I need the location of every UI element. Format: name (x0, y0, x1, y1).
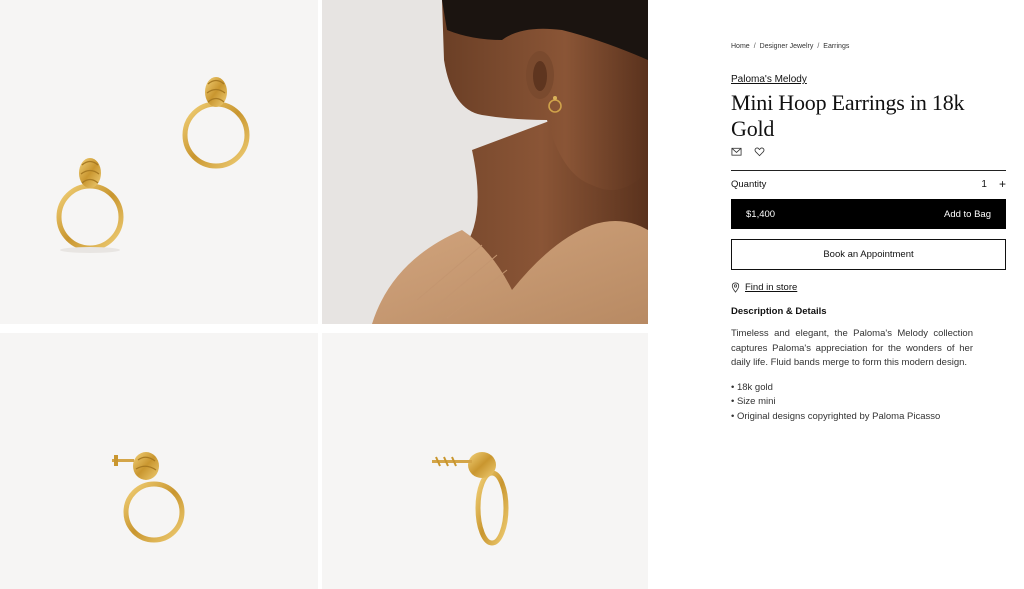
product-image-side[interactable] (0, 333, 318, 589)
quantity-row: Quantity 1 + (731, 171, 1006, 197)
breadcrumb-separator: / (753, 42, 756, 50)
detail-item: • Original designs copyrighted by Paloma… (731, 410, 941, 422)
mail-icon[interactable] (731, 144, 742, 162)
details-list: • 18k gold • Size mini • Original design… (731, 381, 1006, 425)
breadcrumb: Home / Designer Jewelry / Earrings (731, 40, 1006, 52)
breadcrumb-home[interactable]: Home (731, 43, 750, 50)
heart-icon[interactable] (754, 144, 765, 162)
product-image-model[interactable] (322, 0, 648, 324)
breadcrumb-separator: / (817, 42, 820, 50)
description-text: Timeless and elegant, the Paloma's Melod… (731, 328, 973, 368)
add-to-bag-label: Add to Bag (943, 208, 991, 220)
share-actions (731, 146, 1006, 160)
product-panel: Home / Designer Jewelry / Earrings Palom… (731, 40, 1006, 424)
find-in-store-label: Find in store (745, 282, 798, 293)
earring-side-image (112, 452, 185, 543)
price: $1,400 (746, 208, 776, 220)
product-image-pair[interactable] (0, 0, 318, 324)
description-heading: Description & Details (731, 306, 827, 317)
add-to-bag-button[interactable]: $1,400 Add to Bag (731, 199, 1006, 229)
detail-item: • Size mini (731, 396, 776, 407)
product-title: Mini Hoop Earrings in 18k Gold (731, 90, 965, 141)
model-wearing-image (322, 0, 648, 324)
product-image-profile[interactable] (322, 333, 648, 589)
earrings-pair-image (56, 77, 250, 253)
book-appointment-button[interactable]: Book an Appointment (731, 239, 1006, 270)
quantity-increase-button[interactable]: + (999, 177, 1006, 191)
collection-link[interactable]: Paloma's Melody (731, 74, 807, 85)
quantity-label: Quantity (731, 178, 767, 190)
find-in-store-link[interactable]: Find in store (731, 282, 1006, 293)
detail-item: • 18k gold (731, 381, 773, 393)
location-pin-icon (731, 282, 740, 293)
breadcrumb-earrings[interactable]: Earrings (823, 43, 849, 50)
breadcrumb-designer-jewelry[interactable]: Designer Jewelry (760, 43, 814, 50)
earring-profile-image (432, 452, 509, 546)
quantity-value: 1 (981, 178, 987, 190)
